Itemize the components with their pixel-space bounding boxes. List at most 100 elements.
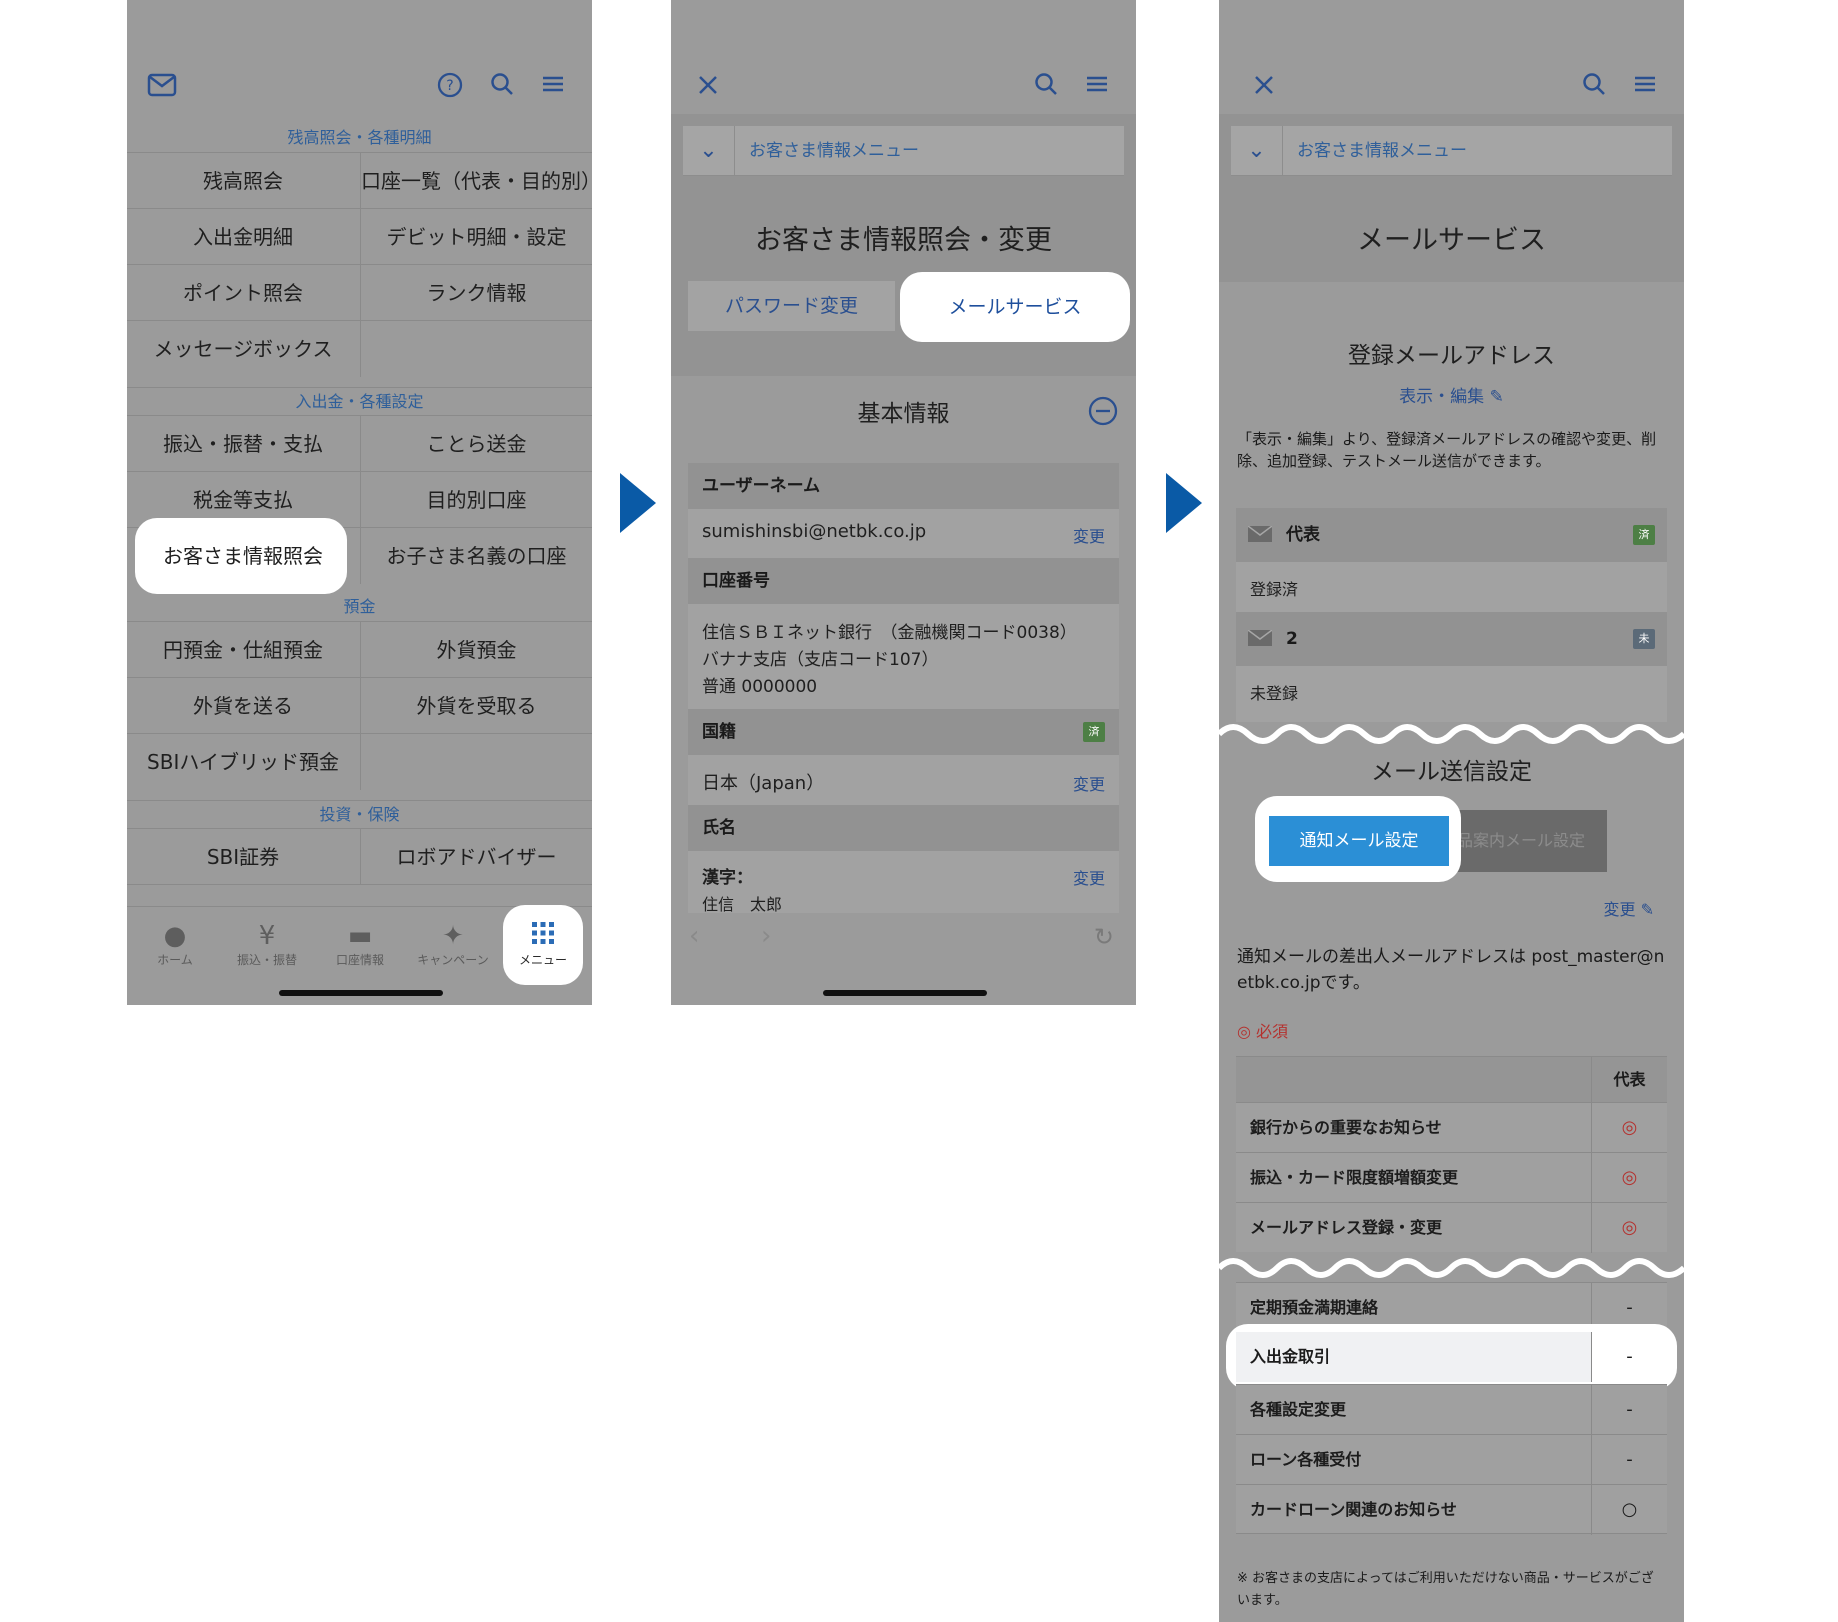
section-deposit: 預金 bbox=[343, 597, 376, 616]
menu-row: 振込・振替・支払 ことら送金 bbox=[127, 415, 592, 472]
account-line: 普通 0000000 bbox=[702, 677, 818, 697]
wave-divider bbox=[1219, 724, 1684, 744]
menu-item-empty bbox=[360, 734, 592, 790]
menu-item[interactable]: 入出金明細 bbox=[127, 209, 359, 265]
view-edit-label: 表示・編集 bbox=[1399, 387, 1485, 407]
menu-item[interactable]: 円預金・仕組預金 bbox=[127, 622, 359, 678]
menu-item[interactable]: 外貨預金 bbox=[360, 622, 592, 678]
menu-item[interactable]: ロボアドバイザー bbox=[360, 829, 592, 885]
search-icon[interactable] bbox=[490, 72, 514, 102]
addr1-label: 代表 bbox=[1286, 525, 1320, 545]
footnote: ※ お客さまの支店によってはご利用いただけない商品・サービスがございます。 bbox=[1237, 1571, 1654, 1608]
hamburger-icon[interactable] bbox=[1633, 72, 1657, 102]
description: 「表示・編集」より、登録済メールアドレスの確認や変更、削除、追加登録、テストメー… bbox=[1237, 430, 1657, 470]
help-icon[interactable]: ? bbox=[437, 72, 463, 104]
menu-item-customer-info[interactable]: お客さま情報照会 bbox=[127, 528, 359, 584]
addr1-header: 代表 bbox=[1236, 508, 1667, 562]
column-header: 代表 bbox=[1591, 1057, 1667, 1103]
menu-row: 外貨を送る 外貨を受取る bbox=[127, 677, 592, 734]
menu-item[interactable]: 外貨を送る bbox=[127, 678, 359, 734]
menu-row: メッセージボックス bbox=[127, 320, 592, 377]
menu-item[interactable]: ランク情報 bbox=[360, 265, 592, 321]
menu-item[interactable]: 口座一覧（代表・目的別） bbox=[360, 153, 592, 209]
table-row: メールアドレス登録・変更 ◎ bbox=[1236, 1202, 1667, 1253]
change-link[interactable]: 変更 bbox=[1073, 523, 1105, 547]
back-icon[interactable]: ‹ bbox=[689, 921, 699, 951]
wave-divider bbox=[1219, 1258, 1684, 1278]
collapse-icon[interactable] bbox=[1088, 396, 1118, 430]
row-value: ◎ bbox=[1591, 1103, 1667, 1153]
menu-item[interactable]: 目的別口座 bbox=[360, 472, 592, 528]
forward-icon[interactable]: › bbox=[761, 921, 771, 951]
row-label: 銀行からの重要なお知らせ bbox=[1250, 1118, 1442, 1137]
tab-transfer[interactable]: ¥ 振込・振替 bbox=[227, 921, 307, 968]
hamburger-icon[interactable] bbox=[1085, 72, 1109, 102]
screen-customer-info: ⌄ お客さま情報メニュー お客さま情報照会・変更 パスワード変更 メールサービス… bbox=[671, 0, 1136, 1005]
sender-note: 通知メールの差出人メールアドレスは post_master@netbk.co.j… bbox=[1237, 947, 1665, 993]
menu-item[interactable]: 外貨を受取る bbox=[360, 678, 592, 734]
table-header: 代表 bbox=[1236, 1056, 1667, 1103]
tab-campaign[interactable]: ✦ キャンペーン bbox=[413, 921, 493, 968]
field-label: 国籍 bbox=[688, 709, 1119, 755]
reload-icon[interactable]: ↻ bbox=[1094, 923, 1114, 951]
breadcrumb[interactable]: ⌄ お客さま情報メニュー bbox=[683, 126, 1124, 176]
username-value: sumishinsbi@netbk.co.jp bbox=[702, 521, 927, 542]
tab-label: ホーム bbox=[157, 953, 193, 967]
account-line: バナナ支店（支店コード107） bbox=[702, 650, 939, 670]
next-arrow-icon bbox=[620, 473, 656, 533]
menu-item[interactable]: デビット明細・設定 bbox=[360, 209, 592, 265]
close-icon[interactable] bbox=[1253, 72, 1275, 102]
gift-icon: ✦ bbox=[442, 921, 464, 951]
menu-item[interactable]: 残高照会 bbox=[127, 153, 359, 209]
table-row-deposit-withdrawal[interactable]: 入出金取引 - bbox=[1236, 1332, 1667, 1382]
home-indicator bbox=[279, 990, 443, 996]
tab-mail-service[interactable]: メールサービス bbox=[911, 281, 1119, 333]
tab-label: 口座情報 bbox=[335, 953, 384, 967]
menu-item[interactable]: ことら送金 bbox=[360, 416, 592, 472]
tab-password[interactable]: パスワード変更 bbox=[688, 281, 895, 331]
breadcrumb-label: お客さま情報メニュー bbox=[749, 141, 919, 161]
breadcrumb-label: お客さま情報メニュー bbox=[1297, 141, 1467, 161]
envelope-icon bbox=[1247, 629, 1273, 650]
send-title: メール送信設定 bbox=[1371, 759, 1532, 785]
addr1-status: 登録済 bbox=[1250, 580, 1299, 599]
tab-account[interactable]: ▬ 口座情報 bbox=[320, 921, 400, 968]
menu-item[interactable]: SBIハイブリッド預金 bbox=[127, 734, 359, 790]
section-invest: 投資・保険 bbox=[127, 800, 592, 825]
tab-label: キャンペーン bbox=[417, 953, 489, 967]
screen-menu: ? 残高照会・各種明細 残高照会 口座一覧（代表・目的別） 入出金明細 デビット… bbox=[127, 0, 592, 1005]
menu-item[interactable]: ポイント照会 bbox=[127, 265, 359, 321]
row-value: ◎ bbox=[1591, 1203, 1667, 1253]
tab-menu[interactable]: メニュー bbox=[503, 921, 583, 968]
info-card: ユーザーネーム sumishinsbi@netbk.co.jp 変更 口座番号 … bbox=[688, 463, 1119, 914]
tab-home[interactable]: ● ホーム bbox=[135, 921, 215, 968]
menu-item[interactable]: メッセージボックス bbox=[127, 321, 359, 377]
table-row: カードローン関連のお知らせ ○ bbox=[1236, 1484, 1667, 1535]
top-bar bbox=[671, 60, 1136, 114]
chevron-down-icon: ⌄ bbox=[683, 126, 735, 176]
required-note: ◎ 必須 bbox=[1237, 1022, 1289, 1041]
change-link[interactable]: 変更 bbox=[1073, 865, 1105, 889]
menu-item[interactable]: SBI証券 bbox=[127, 829, 359, 885]
hamburger-icon[interactable] bbox=[541, 72, 565, 102]
close-icon[interactable] bbox=[697, 72, 719, 102]
screen-mail-service: ⌄ お客さま情報メニュー メールサービス 登録メールアドレス 表示・編集 ✎ 「… bbox=[1219, 0, 1684, 1622]
menu-item[interactable]: 振込・振替・支払 bbox=[127, 416, 359, 472]
tab-label: 振込・振替 bbox=[236, 953, 297, 967]
kanji-label: 漢字： bbox=[702, 868, 753, 888]
mail-icon[interactable] bbox=[147, 72, 177, 104]
addr2-label: 2 bbox=[1286, 629, 1298, 649]
table-row: 振込・カード限度額増額変更 ◎ bbox=[1236, 1152, 1667, 1203]
menu-row: ポイント照会 ランク情報 bbox=[127, 264, 592, 321]
change-link[interactable]: 変更 ✎ bbox=[1603, 896, 1654, 920]
breadcrumb[interactable]: ⌄ お客さま情報メニュー bbox=[1231, 126, 1672, 176]
menu-item[interactable]: お子さま名義の口座 bbox=[360, 528, 592, 584]
view-edit-link[interactable]: 表示・編集 ✎ bbox=[1219, 382, 1684, 407]
search-icon[interactable] bbox=[1582, 72, 1606, 102]
page-title: メールサービス bbox=[1357, 225, 1546, 256]
search-icon[interactable] bbox=[1034, 72, 1058, 102]
change-link[interactable]: 変更 bbox=[1073, 771, 1105, 795]
menu-row: 円預金・仕組預金 外貨預金 bbox=[127, 621, 592, 678]
notify-mail-button[interactable]: 通知メール設定 bbox=[1269, 816, 1449, 866]
row-label: 振込・カード限度額増額変更 bbox=[1250, 1168, 1459, 1187]
